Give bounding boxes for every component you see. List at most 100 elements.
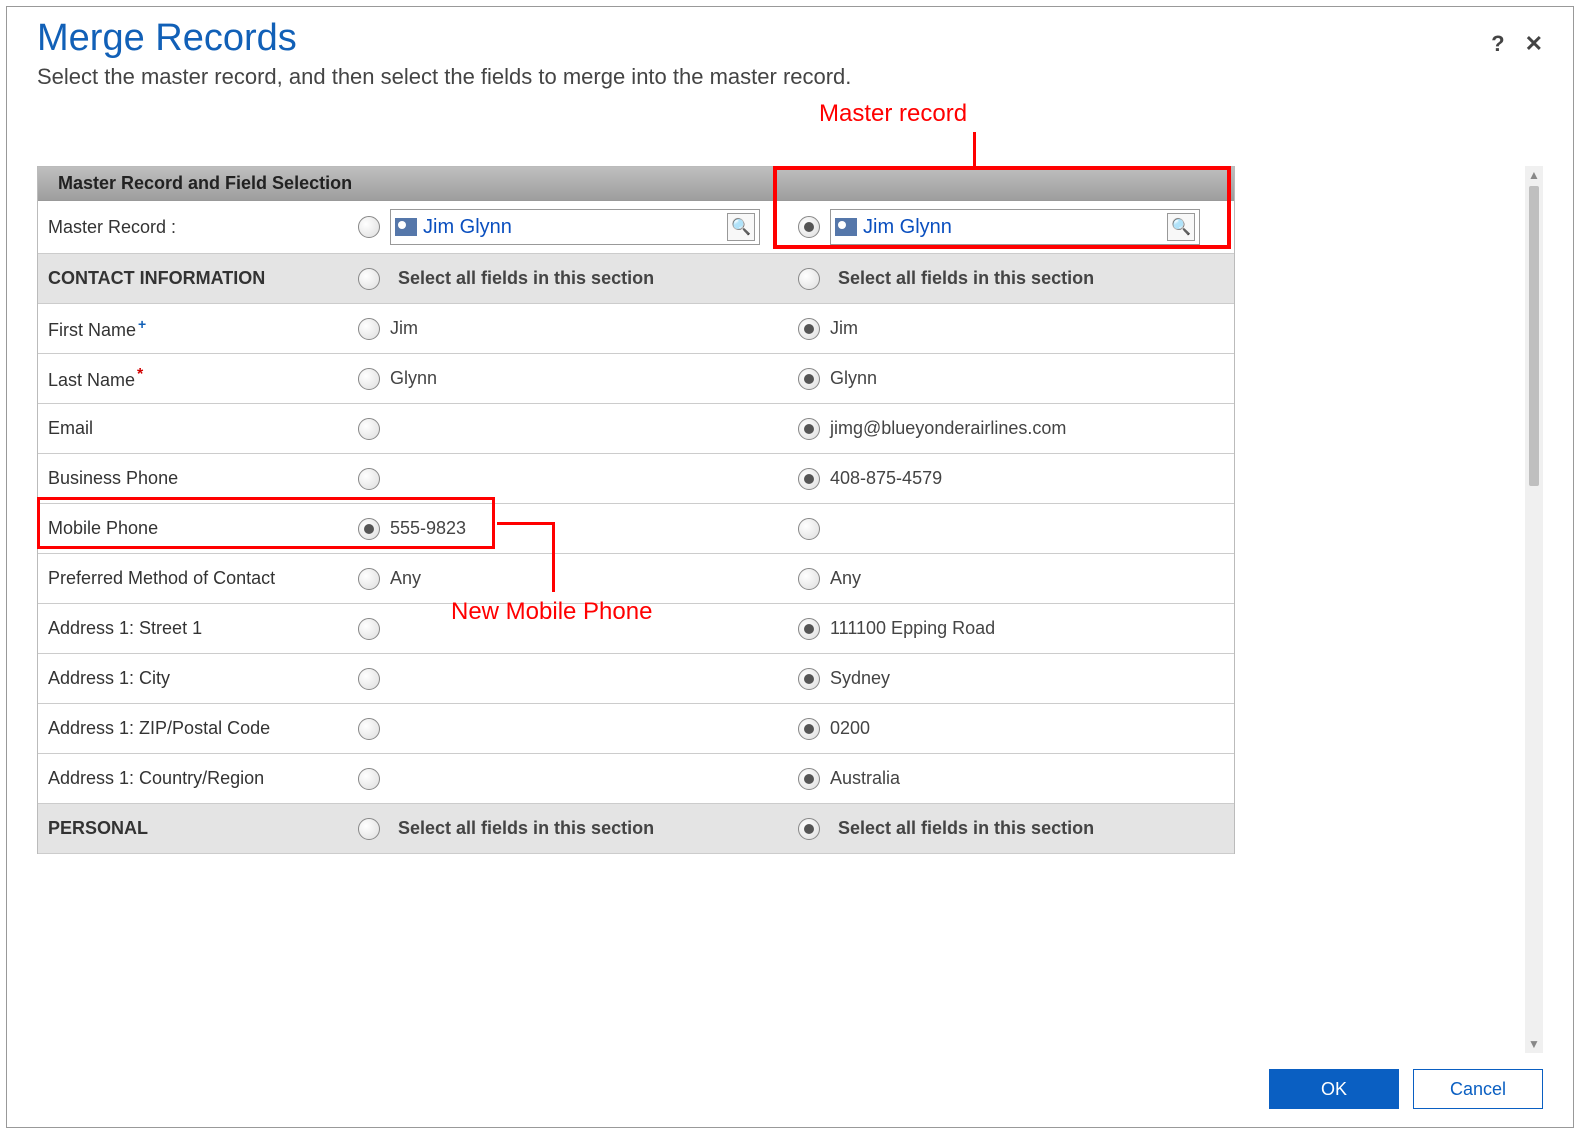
field-value-left [348,760,788,798]
field-radio-right[interactable] [798,568,820,590]
field-radio-right[interactable] [798,418,820,440]
field-radio-left[interactable] [358,768,380,790]
field-label: Business Phone [38,460,348,497]
field-radio-right[interactable] [798,468,820,490]
field-value-left: 555-9823 [348,510,788,548]
master-radio-right[interactable] [798,216,820,238]
annotation-area-top: Master record [7,96,1573,166]
field-label: Email [38,410,348,447]
section-personal-label: PERSONAL [38,810,348,847]
field-value-text: Jim [830,318,858,339]
field-label: First Name+ [38,308,348,349]
scrollbar-thumb[interactable] [1529,186,1539,486]
field-row: Business Phone 408-875-4579 [38,454,1234,504]
grid-scroll-area: Master Record and Field Selection Master… [37,166,1543,1053]
field-radio-left[interactable] [358,568,380,590]
field-value-right [788,510,1228,548]
field-label: Address 1: City [38,660,348,697]
field-radio-left[interactable] [358,368,380,390]
section-contact-information: CONTACT INFORMATION Select all fields in… [38,254,1234,304]
field-radio-left[interactable] [358,618,380,640]
field-value-right: 408-875-4579 [788,460,1228,498]
select-all-radio-left-contact[interactable] [358,268,380,290]
field-value-left: Glynn [348,360,788,398]
annotation-mobile-label: New Mobile Phone [451,598,652,626]
select-all-radio-right-personal[interactable] [798,818,820,840]
grid-section-header: Master Record and Field Selection [38,167,1234,201]
field-radio-right[interactable] [798,318,820,340]
field-row: Address 1: ZIP/Postal Code0200 [38,704,1234,754]
dialog-header: Merge Records ? ✕ [7,7,1573,60]
select-all-label: Select all fields in this section [398,268,654,289]
select-all-label: Select all fields in this section [838,268,1094,289]
field-radio-left[interactable] [358,318,380,340]
vertical-scrollbar[interactable]: ▲ ▼ [1525,166,1543,1053]
select-all-right-personal: Select all fields in this section [788,810,1228,848]
field-value-right: 0200 [788,710,1228,748]
field-value-left: Any [348,560,788,598]
master-record-row: Master Record : Jim Glynn 🔍 Jim Glynn 🔍 [38,201,1234,254]
field-value-left [348,410,788,448]
field-value-right: Sydney [788,660,1228,698]
select-all-label: Select all fields in this section [398,818,654,839]
field-value-text: Glynn [830,368,877,389]
field-row: Mobile Phone 555-9823 [38,504,1234,554]
select-all-radio-right-contact[interactable] [798,268,820,290]
field-radio-right[interactable] [798,668,820,690]
master-record-left: Jim Glynn 🔍 [348,201,788,253]
field-value-text: 555-9823 [390,518,466,539]
annotation-master-record-label: Master record [819,100,967,128]
lookup-left-name: Jim Glynn [423,216,721,239]
field-label: Mobile Phone [38,510,348,547]
help-icon[interactable]: ? [1491,31,1504,57]
field-row: Preferred Method of Contact Any Any [38,554,1234,604]
field-radio-left[interactable] [358,668,380,690]
select-all-left-contact: Select all fields in this section [348,260,788,298]
ok-button[interactable]: OK [1269,1069,1399,1109]
field-row: Last Name*GlynnGlynn [38,354,1234,404]
field-radio-left[interactable] [358,718,380,740]
field-label: Preferred Method of Contact [38,560,348,597]
field-row: Address 1: City Sydney [38,654,1234,704]
field-value-text: Sydney [830,668,890,689]
section-contact-label: CONTACT INFORMATION [38,260,348,297]
field-radio-right[interactable] [798,718,820,740]
field-label: Address 1: Country/Region [38,760,348,797]
master-radio-left[interactable] [358,216,380,238]
field-value-left [348,660,788,698]
field-value-text: Any [390,568,421,589]
lookup-search-icon[interactable]: 🔍 [727,213,755,241]
scroll-down-icon[interactable]: ▼ [1526,1035,1542,1053]
lookup-left[interactable]: Jim Glynn 🔍 [390,209,760,245]
merge-grid: Master Record and Field Selection Master… [37,166,1235,854]
field-value-text: Any [830,568,861,589]
field-value-text: 408-875-4579 [830,468,942,489]
field-radio-left[interactable] [358,518,380,540]
cancel-button[interactable]: Cancel [1413,1069,1543,1109]
field-row: Emailjimg@blueyonderairlines.com [38,404,1234,454]
field-radio-left[interactable] [358,468,380,490]
field-row: First Name+ Jim Jim [38,304,1234,354]
field-radio-right[interactable] [798,618,820,640]
field-value-right: Australia [788,760,1228,798]
select-all-right-contact: Select all fields in this section [788,260,1228,298]
field-radio-right[interactable] [798,518,820,540]
field-value-right: Glynn [788,360,1228,398]
field-radio-right[interactable] [798,368,820,390]
close-icon[interactable]: ✕ [1525,31,1543,57]
field-radio-left[interactable] [358,418,380,440]
lookup-right[interactable]: Jim Glynn 🔍 [830,209,1200,245]
select-all-left-personal: Select all fields in this section [348,810,788,848]
select-all-radio-left-personal[interactable] [358,818,380,840]
select-all-label: Select all fields in this section [838,818,1094,839]
field-value-text: 111100 Epping Road [830,618,995,639]
scroll-up-icon[interactable]: ▲ [1526,166,1542,184]
lookup-search-icon[interactable]: 🔍 [1167,213,1195,241]
field-value-right: Jim [788,310,1228,348]
field-value-text: Jim [390,318,418,339]
field-value-text: Glynn [390,368,437,389]
dialog-button-bar: OK Cancel [7,1053,1573,1127]
field-value-text: Australia [830,768,900,789]
dialog-header-icons: ? ✕ [1491,17,1543,57]
field-radio-right[interactable] [798,768,820,790]
